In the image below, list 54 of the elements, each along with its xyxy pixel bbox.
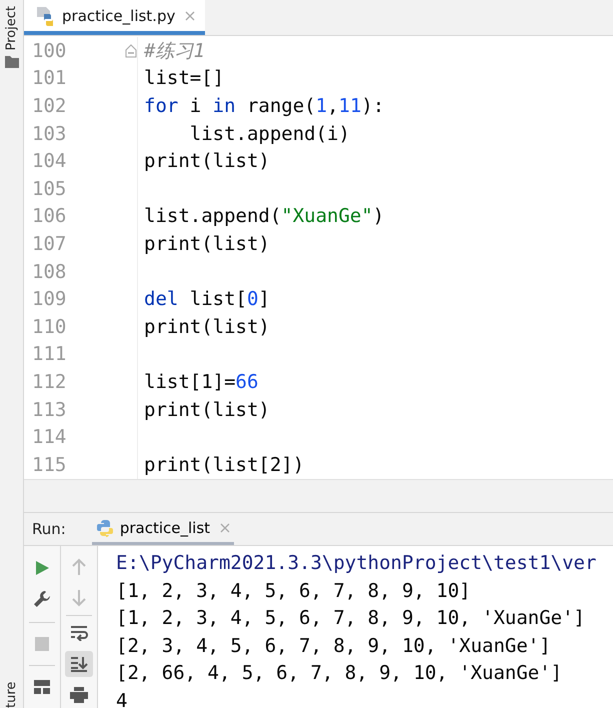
line-number: 106 — [31, 205, 68, 228]
code-line: list[1]=66 — [143, 370, 258, 393]
run-label: Run: — [32, 520, 66, 538]
layout-icon[interactable] — [34, 680, 50, 694]
up-arrow-icon — [71, 558, 87, 576]
python-icon — [96, 518, 114, 536]
code-line: print(list) — [143, 232, 270, 255]
line-number: 100 — [31, 40, 68, 62]
line-number: 102 — [31, 94, 68, 117]
line-number: 105 — [31, 178, 68, 200]
code-line: #练习1 — [143, 38, 205, 64]
code-line: list=[] — [143, 67, 224, 90]
folder-icon — [4, 56, 18, 68]
code-line: print(list) — [143, 150, 270, 172]
line-number: 115 — [31, 454, 68, 476]
python-file-icon — [34, 4, 56, 26]
command-line: E:\PyCharm2021.3.3\pythonProject\test1\ver — [116, 551, 596, 576]
down-arrow-icon — [71, 588, 87, 607]
run-tab[interactable]: practice_list — [92, 513, 234, 545]
code-line: list.append(i) — [188, 122, 350, 145]
close-icon[interactable] — [220, 522, 230, 532]
console-output: 4 — [116, 688, 128, 708]
printer-icon — [70, 686, 88, 703]
structure-tool-tab[interactable]: ture — [4, 682, 19, 708]
code-line: print(list) — [143, 316, 270, 338]
editor-tab[interactable]: practice_list.py — [24, 0, 206, 35]
line-number: 110 — [31, 316, 68, 338]
console-output: [1, 2, 3, 4, 5, 6, 7, 8, 9, 10, 'XuanGe'] — [116, 606, 586, 632]
line-number: 104 — [31, 150, 68, 172]
line-number: 108 — [31, 260, 68, 283]
code-line: for i in range(1,11): — [143, 94, 384, 117]
fold-icon[interactable] — [125, 44, 137, 58]
run-icon[interactable] — [34, 560, 50, 576]
scroll-to-end-icon — [70, 656, 88, 672]
console-output: [2, 3, 4, 5, 6, 7, 8, 9, 10, 'XuanGe'] — [116, 634, 552, 659]
line-number: 114 — [31, 426, 68, 448]
line-number: 107 — [31, 232, 68, 255]
project-tool-tab[interactable]: Project — [4, 6, 19, 50]
line-number: 101 — [31, 67, 68, 90]
line-number: 111 — [31, 343, 68, 366]
line-number: 109 — [31, 288, 68, 310]
soft-wrap-icon — [70, 625, 88, 642]
code-line: list.append("XuanGe") — [143, 205, 384, 228]
line-number: 112 — [31, 370, 68, 393]
code-line: print(list[2]) — [143, 454, 304, 476]
code-line: print(list) — [143, 398, 270, 421]
close-icon[interactable] — [185, 10, 196, 20]
console-output: [1, 2, 3, 4, 5, 6, 7, 8, 9, 10] — [116, 578, 472, 604]
console-output: [2, 66, 4, 5, 6, 7, 8, 9, 10, 'XuanGe'] — [116, 661, 564, 686]
code-line: del list[0] — [143, 288, 270, 310]
wrench-icon[interactable] — [33, 590, 51, 608]
line-number: 103 — [31, 122, 68, 145]
line-number: 113 — [31, 398, 68, 421]
scroll-to-end-button[interactable] — [65, 650, 93, 678]
